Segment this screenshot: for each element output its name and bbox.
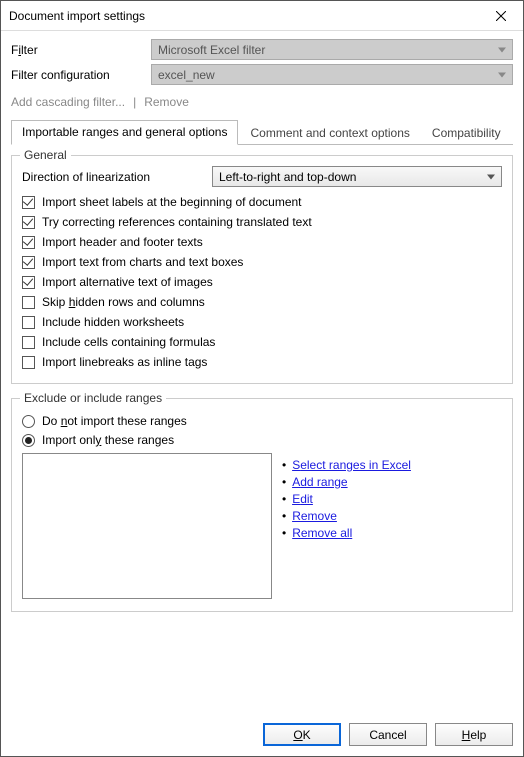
group-ranges: Exclude or include ranges Do not import … bbox=[11, 398, 513, 612]
tab-compatibility[interactable]: Compatibility bbox=[422, 122, 511, 145]
checkbox-icon bbox=[22, 316, 35, 329]
radio-icon bbox=[22, 415, 35, 428]
range-actions: •Select ranges in Excel •Add range •Edit… bbox=[282, 453, 502, 599]
action-remove-all[interactable]: •Remove all bbox=[282, 526, 502, 540]
filter-config-value: excel_new bbox=[158, 68, 215, 82]
checkbox-icon bbox=[22, 356, 35, 369]
checkbox-alt-text[interactable]: Import alternative text of images bbox=[22, 275, 502, 289]
checkbox-icon bbox=[22, 216, 35, 229]
checkbox-correct-references[interactable]: Try correcting references containing tra… bbox=[22, 215, 502, 229]
ok-button[interactable]: OK bbox=[263, 723, 341, 746]
checkbox-include-formulas[interactable]: Include cells containing formulas bbox=[22, 335, 502, 349]
help-button[interactable]: Help bbox=[435, 723, 513, 746]
checkbox-icon bbox=[22, 196, 35, 209]
filter-label: Filter bbox=[11, 43, 151, 57]
direction-value: Left-to-right and top-down bbox=[219, 170, 356, 184]
radio-do-not-import[interactable]: Do not import these ranges bbox=[22, 414, 502, 428]
direction-row: Direction of linearization Left-to-right… bbox=[22, 166, 502, 187]
checkbox-icon bbox=[22, 256, 35, 269]
window-title: Document import settings bbox=[9, 9, 145, 23]
ranges-body: •Select ranges in Excel •Add range •Edit… bbox=[22, 453, 502, 599]
group-ranges-title: Exclude or include ranges bbox=[20, 391, 166, 405]
dialog-footer: OK Cancel Help bbox=[1, 713, 523, 756]
dialog-content: Filter Microsoft Excel filter Filter con… bbox=[1, 31, 523, 713]
filter-row: Filter Microsoft Excel filter bbox=[11, 39, 513, 60]
checkbox-icon bbox=[22, 236, 35, 249]
cancel-button[interactable]: Cancel bbox=[349, 723, 427, 746]
direction-label: Direction of linearization bbox=[22, 170, 212, 184]
action-select-ranges[interactable]: •Select ranges in Excel bbox=[282, 458, 502, 472]
remove-filter-link[interactable]: Remove bbox=[144, 95, 189, 109]
close-icon bbox=[496, 11, 506, 21]
radio-icon bbox=[22, 434, 35, 447]
filter-config-row: Filter configuration excel_new bbox=[11, 64, 513, 85]
direction-combo[interactable]: Left-to-right and top-down bbox=[212, 166, 502, 187]
filter-value: Microsoft Excel filter bbox=[158, 43, 265, 57]
checkbox-include-hidden-ws[interactable]: Include hidden worksheets bbox=[22, 315, 502, 329]
checkbox-header-footer[interactable]: Import header and footer texts bbox=[22, 235, 502, 249]
tabs: Importable ranges and general options Co… bbox=[11, 119, 513, 145]
checkbox-icon bbox=[22, 276, 35, 289]
checkbox-icon bbox=[22, 296, 35, 309]
ranges-listbox[interactable] bbox=[22, 453, 272, 599]
filter-config-combo[interactable]: excel_new bbox=[151, 64, 513, 85]
tab-importable-ranges[interactable]: Importable ranges and general options bbox=[11, 120, 238, 145]
filter-config-label: Filter configuration bbox=[11, 68, 151, 82]
titlebar: Document import settings bbox=[1, 1, 523, 31]
checkbox-import-sheet-labels[interactable]: Import sheet labels at the beginning of … bbox=[22, 195, 502, 209]
checkbox-linebreaks-inline[interactable]: Import linebreaks as inline tags bbox=[22, 355, 502, 369]
tab-comment-context[interactable]: Comment and context options bbox=[240, 122, 419, 145]
action-add-range[interactable]: •Add range bbox=[282, 475, 502, 489]
close-button[interactable] bbox=[478, 1, 523, 30]
checkbox-skip-hidden[interactable]: Skip hidden rows and columns bbox=[22, 295, 502, 309]
checkbox-charts-textboxes[interactable]: Import text from charts and text boxes bbox=[22, 255, 502, 269]
toolbar-separator: | bbox=[133, 95, 136, 109]
action-edit-range[interactable]: •Edit bbox=[282, 492, 502, 506]
checkbox-icon bbox=[22, 336, 35, 349]
action-remove-range[interactable]: •Remove bbox=[282, 509, 502, 523]
filter-combo[interactable]: Microsoft Excel filter bbox=[151, 39, 513, 60]
toolbar-links: Add cascading filter... | Remove bbox=[11, 89, 513, 119]
group-general: General Direction of linearization Left-… bbox=[11, 155, 513, 384]
group-general-title: General bbox=[20, 148, 71, 162]
add-cascading-filter-link[interactable]: Add cascading filter... bbox=[11, 95, 125, 109]
radio-import-only[interactable]: Import only these ranges bbox=[22, 433, 502, 447]
